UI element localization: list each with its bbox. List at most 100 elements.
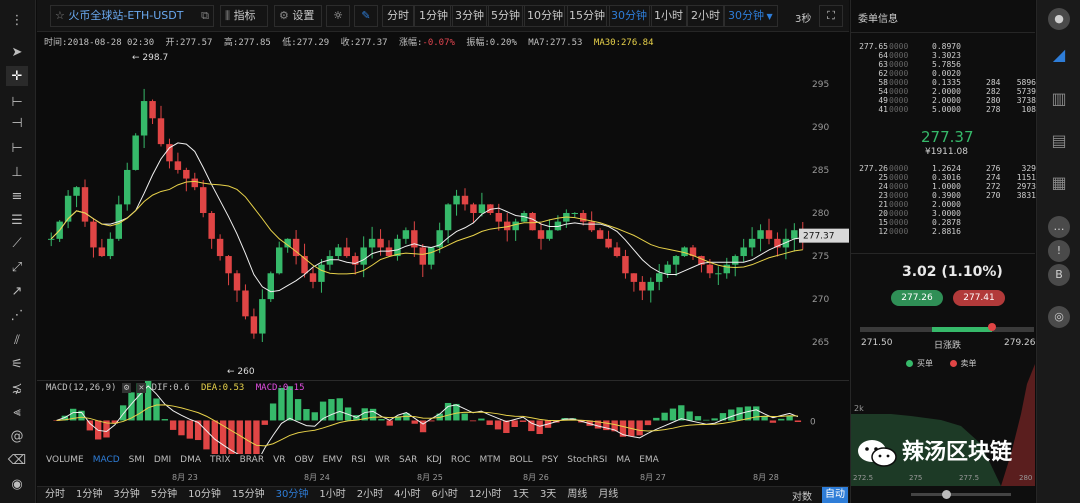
gann-icon[interactable]: ⚟	[6, 354, 28, 374]
candle[interactable]	[107, 238, 114, 257]
candle[interactable]	[267, 273, 274, 300]
indicator-tab[interactable]: TRIX	[210, 455, 231, 465]
candle[interactable]	[360, 247, 367, 265]
period-2h[interactable]: 2小时	[686, 5, 725, 27]
candle[interactable]	[630, 273, 638, 282]
bottom-period-item[interactable]: 月线	[595, 487, 621, 503]
indicator-tab[interactable]: EMA	[639, 455, 659, 465]
candle[interactable]	[444, 204, 452, 231]
candle[interactable]	[588, 221, 595, 231]
candle[interactable]	[208, 213, 215, 239]
candle[interactable]	[672, 256, 680, 265]
indicator-tab[interactable]: DMI	[154, 455, 171, 465]
candlestick-chart[interactable]: 295 290 285 280 275 270 265 ← 298.7 ← 260 277.37	[37, 48, 849, 380]
candle[interactable]	[622, 256, 629, 274]
period-15min[interactable]: 15分钟	[564, 5, 610, 27]
parallel-channel-icon[interactable]: ☰	[6, 210, 28, 230]
candle[interactable]	[242, 290, 249, 317]
candle[interactable]	[656, 273, 663, 282]
avatar-icon[interactable]: ●	[1048, 8, 1070, 30]
indicator-tab[interactable]: MTM	[479, 455, 500, 465]
refresh-interval[interactable]: 3秒	[795, 10, 811, 25]
bar-chart-icon[interactable]: ▥	[1048, 88, 1070, 110]
candle[interactable]	[335, 247, 342, 257]
indicator-tab[interactable]: RSI	[351, 455, 366, 465]
candle[interactable]	[613, 247, 621, 257]
auto-scale-toggle[interactable]: 自动	[822, 487, 848, 503]
candle[interactable]	[478, 204, 486, 213]
globe-icon[interactable]: ◎	[1048, 306, 1070, 328]
bottom-period-item[interactable]: 6小时	[428, 487, 460, 503]
pitchfork-icon[interactable]: ⋰	[6, 305, 28, 325]
candle[interactable]	[512, 221, 519, 231]
candle[interactable]	[419, 247, 426, 265]
bid-price-button[interactable]: 277.26	[891, 290, 943, 306]
orderbook-row[interactable]: 41 0000 5.0000 278 108	[858, 105, 1038, 115]
fib-channel-icon[interactable]: ⫽	[6, 330, 28, 350]
period-1min[interactable]: 1分钟	[414, 5, 453, 27]
indicator-tab[interactable]: PSY	[542, 455, 559, 465]
indicator-tab[interactable]: SAR	[399, 455, 417, 465]
bottom-period-item[interactable]: 12小时	[466, 487, 505, 503]
candle[interactable]	[664, 264, 671, 274]
candle[interactable]	[428, 247, 435, 265]
candle[interactable]	[394, 238, 401, 257]
candle[interactable]	[546, 230, 553, 239]
bottom-period-item[interactable]: 1小时	[316, 487, 348, 503]
candle[interactable]	[64, 195, 72, 222]
candle[interactable]	[191, 178, 198, 188]
candle[interactable]	[250, 316, 258, 334]
candle[interactable]	[596, 230, 604, 239]
trend-line-icon[interactable]: ⟋	[6, 233, 28, 253]
candle[interactable]	[368, 238, 376, 248]
period-30min[interactable]: 30分钟	[606, 5, 652, 27]
candle[interactable]	[343, 247, 350, 257]
candle[interactable]	[309, 273, 317, 282]
line-chart-icon[interactable]: ◢	[1048, 44, 1070, 66]
candle[interactable]	[233, 273, 241, 291]
bottom-period-item[interactable]: 3分钟	[110, 487, 142, 503]
eraser-icon[interactable]: ⌫	[6, 450, 28, 470]
bottom-period-item[interactable]: 2小时	[354, 487, 386, 503]
period-3min[interactable]: 3分钟	[450, 5, 489, 27]
indicator-tab[interactable]: EMV	[323, 455, 343, 465]
pair-selector[interactable]: ☆ 火币全球站-ETH-USDT ⧉	[50, 5, 214, 27]
candle[interactable]	[647, 281, 654, 291]
bottom-period-item[interactable]: 30分钟	[273, 487, 312, 503]
macd-close-icon[interactable]: ✕	[136, 383, 147, 393]
candle[interactable]	[318, 264, 325, 282]
period-10min[interactable]: 10分钟	[522, 5, 568, 27]
bottom-period-item[interactable]: 5分钟	[148, 487, 180, 503]
bottom-period-item[interactable]: 10分钟	[185, 487, 224, 503]
candle[interactable]	[90, 221, 97, 248]
candle[interactable]	[639, 281, 646, 291]
candle[interactable]	[580, 213, 587, 222]
theme-toggle[interactable]: ☼	[326, 5, 350, 27]
candle[interactable]	[715, 273, 722, 275]
bottom-period-item[interactable]: 周线	[564, 487, 590, 503]
candle[interactable]	[706, 264, 714, 274]
arrow-line-icon[interactable]: ↗	[6, 281, 28, 301]
horizontal-line-icon[interactable]: ⊣	[6, 113, 28, 133]
candle[interactable]	[461, 195, 469, 205]
fullscreen-button[interactable]: ⛶	[819, 5, 843, 27]
star-icon[interactable]: ☆	[55, 9, 68, 22]
indicator-tab[interactable]: OBV	[295, 455, 314, 465]
candle[interactable]	[200, 187, 207, 213]
candle[interactable]	[757, 230, 764, 239]
candle[interactable]	[571, 213, 578, 214]
vertical-line-icon[interactable]: ⊥	[6, 162, 28, 182]
candle[interactable]	[605, 238, 612, 248]
candle[interactable]	[453, 195, 460, 205]
candle[interactable]	[225, 256, 232, 274]
candle[interactable]	[259, 299, 266, 334]
horizontal-ray-icon[interactable]: ⊢	[6, 138, 28, 158]
orderbook-row[interactable]: 12 0000 2.8816	[858, 227, 1038, 237]
candle[interactable]	[748, 238, 756, 248]
indicator-tab[interactable]: MA	[616, 455, 630, 465]
crosshair-icon[interactable]: ✛	[6, 66, 28, 86]
eye-icon[interactable]: ◉	[6, 474, 28, 494]
candle[interactable]	[765, 230, 773, 239]
period-fenshi[interactable]: 分时	[382, 5, 414, 27]
fib-fan-icon[interactable]: ⫷	[6, 402, 28, 422]
